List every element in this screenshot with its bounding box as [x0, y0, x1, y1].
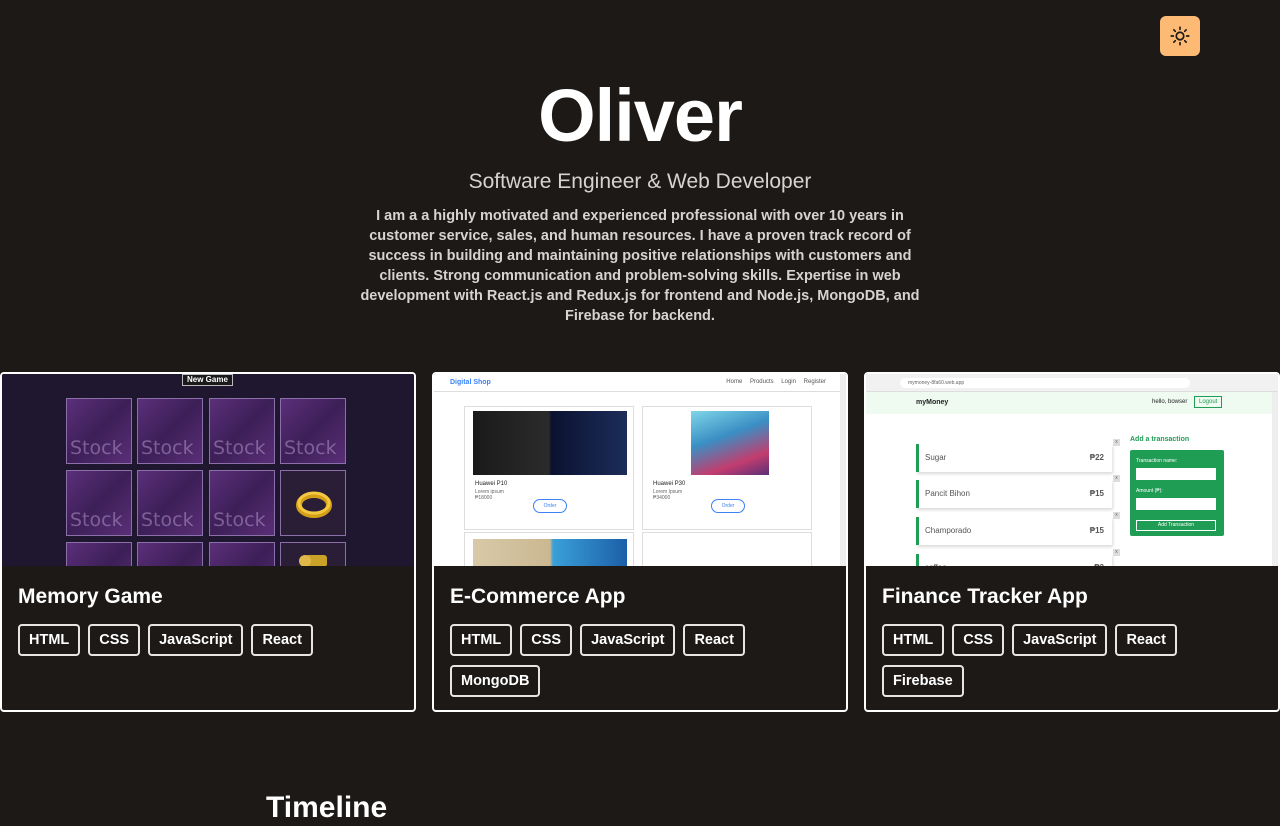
product-name: Huawei P10 — [475, 481, 508, 487]
tech-tag: MongoDB — [450, 665, 541, 697]
tech-tag: HTML — [18, 624, 81, 656]
browser-chrome: mymoney-8fa60.web.app — [866, 374, 1278, 392]
tech-tag: JavaScript — [148, 624, 244, 656]
memory-tile: Stock — [137, 470, 203, 536]
tech-tags: HTML CSS JavaScript React Firebase — [882, 624, 1266, 697]
app-header: myMoney hello, bowser Logout — [866, 392, 1272, 414]
memory-tile: Stock — [66, 542, 132, 566]
memory-tile-revealed — [280, 542, 346, 566]
memory-tile: Stock — [209, 542, 275, 566]
memory-tile: Stock — [209, 470, 275, 536]
product-image — [473, 411, 627, 475]
delete-icon: x — [1113, 549, 1120, 556]
product-desc: Lorem Ipsum ₱34000 — [653, 489, 683, 501]
projects-section: New Game Stock Stock Stock Stock Stock S… — [0, 372, 1280, 712]
memory-game-screenshot: New Game Stock Stock Stock Stock Stock S… — [2, 374, 414, 566]
project-card-memory-game[interactable]: New Game Stock Stock Stock Stock Stock S… — [0, 372, 416, 712]
product-card — [464, 532, 634, 566]
product-desc: Lorem ipsum ₱18000 — [475, 489, 504, 501]
tech-tag: JavaScript — [580, 624, 676, 656]
product-image — [691, 411, 769, 475]
tech-tags: HTML CSS JavaScript React MongoDB — [450, 624, 834, 697]
form-title: Add a transaction — [1130, 436, 1190, 443]
memory-tile: Stock — [66, 398, 132, 464]
transaction-amount-input — [1136, 498, 1216, 510]
memory-tile: Stock — [137, 398, 203, 464]
project-title: Finance Tracker App — [882, 585, 1088, 608]
tech-tag: React — [1115, 624, 1177, 656]
project-title: Memory Game — [18, 585, 163, 608]
tech-tag: React — [251, 624, 313, 656]
shop-navbar: Digital Shop Home Products Login Registe… — [434, 374, 846, 392]
hero-name: Oliver — [538, 74, 743, 157]
e-commerce-screenshot: Digital Shop Home Products Login Registe… — [434, 374, 846, 566]
shop-nav-links: Home Products Login Register — [726, 379, 826, 385]
project-thumbnail[interactable]: Digital Shop Home Products Login Registe… — [434, 374, 846, 566]
order-button: Order — [533, 499, 567, 513]
new-game-button: New Game — [182, 374, 233, 386]
hero-role: Software Engineer & Web Developer — [468, 170, 812, 193]
transaction-row: Sugar ₱22 x — [916, 439, 1120, 472]
memory-tile: Stock — [137, 542, 203, 566]
delete-icon: x — [1113, 512, 1120, 519]
project-title: E-Commerce App — [450, 585, 626, 608]
finance-tracker-screenshot: mymoney-8fa60.web.app myMoney hello, bow… — [866, 374, 1278, 566]
tech-tag: CSS — [520, 624, 573, 656]
browser-url: mymoney-8fa60.web.app — [900, 378, 1190, 388]
ring-icon — [296, 491, 332, 518]
tech-tag: JavaScript — [1012, 624, 1108, 656]
tech-tag: CSS — [88, 624, 141, 656]
theme-toggle-button[interactable] — [1160, 16, 1200, 56]
transaction-form: Transaction name: Amount (₱): Add Transa… — [1130, 450, 1224, 536]
logout-button: Logout — [1194, 396, 1223, 408]
app-logo: myMoney — [916, 399, 949, 406]
product-image — [473, 539, 627, 566]
project-thumbnail[interactable]: New Game Stock Stock Stock Stock Stock S… — [2, 374, 414, 566]
memory-tile: Stock — [66, 470, 132, 536]
tech-tag: Firebase — [882, 665, 964, 697]
project-card-finance-tracker[interactable]: mymoney-8fa60.web.app myMoney hello, bow… — [864, 372, 1280, 712]
delete-icon: x — [1113, 475, 1120, 482]
shop-logo: Digital Shop — [450, 379, 491, 386]
delete-icon: x — [1113, 439, 1120, 446]
transaction-row: Pancit Bihon ₱15 x — [916, 475, 1120, 508]
tech-tag: HTML — [450, 624, 513, 656]
transaction-row: Champorado ₱15 x — [916, 512, 1120, 545]
hero-bio: I am a a highly motivated and experience… — [360, 208, 920, 324]
scrollbar — [1272, 392, 1278, 566]
product-card: Huawei P30 Lorem Ipsum ₱34000 Order — [642, 406, 812, 530]
timeline-heading: Timeline — [266, 791, 388, 824]
tech-tag: HTML — [882, 624, 945, 656]
order-button: Order — [711, 499, 745, 513]
sun-icon — [1170, 26, 1190, 46]
tech-tag: React — [683, 624, 745, 656]
product-card: Huawei P10 Lorem ipsum ₱18000 Order — [464, 406, 634, 530]
memory-tile: Stock — [209, 398, 275, 464]
project-thumbnail[interactable]: mymoney-8fa60.web.app myMoney hello, bow… — [866, 374, 1278, 566]
hero-section: Oliver Software Engineer & Web Developer… — [0, 70, 1280, 326]
project-card-e-commerce[interactable]: Digital Shop Home Products Login Registe… — [432, 372, 848, 712]
transaction-row: coffee ₱2 x — [916, 549, 1120, 566]
user-greeting: hello, bowser — [1152, 399, 1188, 405]
product-card — [642, 532, 812, 566]
product-name: Huawei P30 — [653, 481, 686, 487]
tech-tags: HTML CSS JavaScript React — [18, 624, 402, 656]
project-card-body: E-Commerce App HTML CSS JavaScript React… — [450, 584, 834, 697]
project-card-body: Memory Game HTML CSS JavaScript React — [18, 584, 402, 656]
project-card-body: Finance Tracker App HTML CSS JavaScript … — [882, 584, 1266, 697]
transaction-name-input — [1136, 468, 1216, 480]
scrollbar — [840, 374, 846, 566]
memory-tile-revealed — [280, 470, 346, 536]
tech-tag: CSS — [952, 624, 1005, 656]
add-transaction-button: Add Transaction — [1136, 520, 1216, 531]
scroll-icon — [299, 555, 327, 566]
memory-tile: Stock — [280, 398, 346, 464]
